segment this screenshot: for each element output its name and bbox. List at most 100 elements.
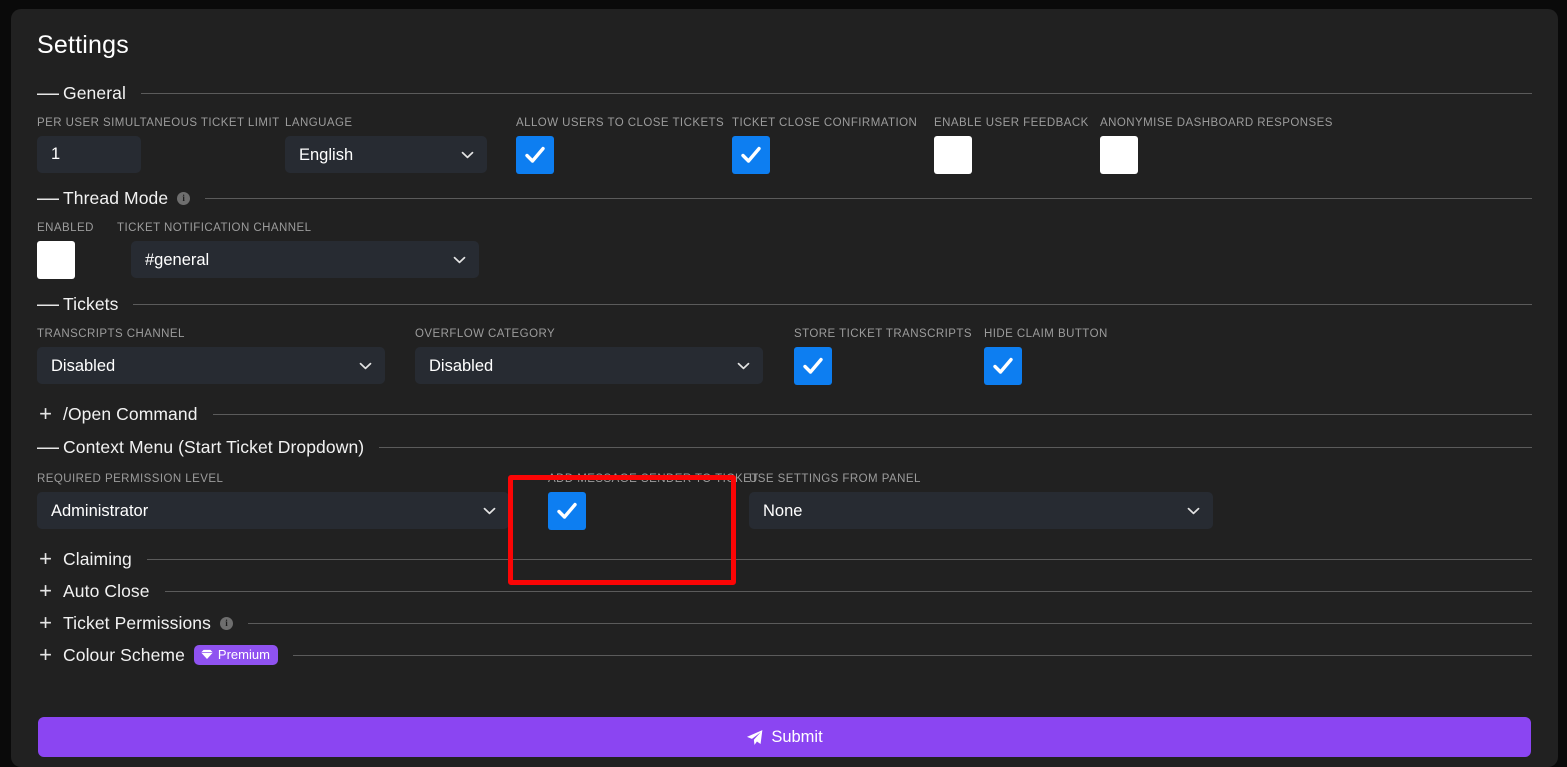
permission-level-select[interactable]: Administrator <box>37 492 509 529</box>
section-title-claiming: Claiming <box>63 549 132 570</box>
section-title-auto-close: Auto Close <box>63 581 150 602</box>
section-header-open-command[interactable]: + /Open Command <box>37 399 1532 429</box>
section-header-claiming[interactable]: + Claiming <box>37 544 1532 574</box>
overflow-category-select[interactable]: Disabled <box>415 347 763 384</box>
check-icon <box>555 499 579 523</box>
language-select[interactable]: English <box>285 136 487 173</box>
premium-badge-label: Premium <box>218 647 270 662</box>
info-icon[interactable]: i <box>177 192 190 205</box>
label-language: Language <box>285 117 516 129</box>
info-icon[interactable]: i <box>220 617 233 630</box>
section-divider <box>147 559 1532 560</box>
label-transcripts-channel: Transcripts Channel <box>37 328 415 340</box>
section-divider <box>205 198 1532 199</box>
section-header-context-menu[interactable]: — Context Menu (Start Ticket Dropdown) <box>37 432 1532 462</box>
gem-icon <box>201 649 213 660</box>
label-allow-close: Allow Users To Close Tickets <box>516 117 732 129</box>
label-overflow-category: Overflow Category <box>415 328 794 340</box>
premium-badge[interactable]: Premium <box>194 645 278 665</box>
label-store-transcripts: Store Ticket Transcripts <box>794 328 984 340</box>
submit-button-label: Submit <box>771 728 822 747</box>
field-language: Language English <box>285 117 516 173</box>
label-permission-level: Required Permission Level <box>37 473 535 485</box>
anonymise-checkbox[interactable] <box>1100 136 1138 174</box>
section-header-thread-mode[interactable]: — Thread Mode i <box>37 183 1532 213</box>
collapse-toggle-icon[interactable]: — <box>37 82 54 104</box>
label-per-user-limit: Per User Simultaneous Ticket Limit <box>37 117 285 129</box>
overflow-category-select-wrap[interactable]: Disabled <box>415 347 763 384</box>
section-title-ticket-permissions: Ticket Permissions <box>63 613 211 634</box>
label-notification-channel: Ticket Notification Channel <box>117 222 479 234</box>
collapse-toggle-icon[interactable]: — <box>37 436 54 458</box>
section-header-tickets[interactable]: — Tickets <box>37 289 1532 319</box>
expand-toggle-icon[interactable]: + <box>37 548 54 570</box>
transcripts-channel-select[interactable]: Disabled <box>37 347 385 384</box>
hide-claim-checkbox[interactable] <box>984 347 1022 385</box>
check-icon <box>801 354 825 378</box>
field-add-sender: Add Message Sender To Ticket <box>535 473 749 530</box>
section-divider <box>293 655 1532 656</box>
label-close-confirmation: Ticket Close Confirmation <box>732 117 934 129</box>
label-user-feedback: Enable User Feedback <box>934 117 1100 129</box>
context-menu-fields-row: Required Permission Level Administrator … <box>37 473 1532 530</box>
section-header-ticket-permissions[interactable]: + Ticket Permissions i <box>37 608 1532 638</box>
field-per-user-limit: Per User Simultaneous Ticket Limit <box>37 117 285 173</box>
field-use-panel-settings: Use Settings From Panel None <box>749 473 1213 529</box>
expand-toggle-icon[interactable]: + <box>37 580 54 602</box>
field-anonymise: Anonymise Dashboard Responses <box>1100 117 1333 174</box>
use-panel-settings-select-wrap[interactable]: None <box>749 492 1213 529</box>
collapse-toggle-icon[interactable]: — <box>37 293 54 315</box>
section-title-context-menu: Context Menu (Start Ticket Dropdown) <box>63 437 364 458</box>
section-header-general[interactable]: — General <box>37 78 1532 108</box>
section-title-general: General <box>63 83 126 104</box>
screenshot-root: Settings — General Per User Simultaneous… <box>0 0 1567 767</box>
section-divider <box>133 304 1532 305</box>
permission-level-select-wrap[interactable]: Administrator <box>37 492 509 529</box>
field-user-feedback: Enable User Feedback <box>934 117 1100 174</box>
notification-channel-select[interactable]: #general <box>131 241 479 278</box>
store-transcripts-checkbox[interactable] <box>794 347 832 385</box>
transcripts-channel-select-wrap[interactable]: Disabled <box>37 347 385 384</box>
settings-card: Settings — General Per User Simultaneous… <box>11 9 1558 767</box>
thread-enabled-checkbox[interactable] <box>37 241 75 279</box>
check-icon <box>523 143 547 167</box>
label-anonymise: Anonymise Dashboard Responses <box>1100 117 1333 129</box>
section-divider <box>213 414 1532 415</box>
expand-toggle-icon[interactable]: + <box>37 644 54 666</box>
field-transcripts-channel: Transcripts Channel Disabled <box>37 328 415 384</box>
check-icon <box>991 354 1015 378</box>
field-overflow-category: Overflow Category Disabled <box>415 328 794 384</box>
notification-channel-select-wrap[interactable]: #general <box>131 241 479 278</box>
section-header-colour-scheme[interactable]: + Colour Scheme Premium <box>37 640 1532 670</box>
section-divider <box>165 591 1532 592</box>
label-hide-claim: Hide Claim Button <box>984 328 1108 340</box>
field-store-transcripts: Store Ticket Transcripts <box>794 328 984 385</box>
general-fields-row: Per User Simultaneous Ticket Limit Langu… <box>37 117 1532 174</box>
section-divider <box>141 93 1532 94</box>
field-close-confirmation: Ticket Close Confirmation <box>732 117 934 174</box>
paper-plane-icon <box>746 729 763 746</box>
label-use-panel-settings: Use Settings From Panel <box>749 473 1213 485</box>
per-user-limit-input[interactable] <box>37 136 141 173</box>
section-divider <box>379 447 1532 448</box>
label-add-sender: Add Message Sender To Ticket <box>548 473 749 485</box>
collapse-toggle-icon[interactable]: — <box>37 187 54 209</box>
section-header-auto-close[interactable]: + Auto Close <box>37 576 1532 606</box>
user-feedback-checkbox[interactable] <box>934 136 972 174</box>
use-panel-settings-select[interactable]: None <box>749 492 1213 529</box>
section-divider <box>248 623 1532 624</box>
expand-toggle-icon[interactable]: + <box>37 403 54 425</box>
submit-button[interactable]: Submit <box>38 717 1531 757</box>
page-title: Settings <box>37 31 1532 60</box>
check-icon <box>739 143 763 167</box>
add-sender-checkbox[interactable] <box>548 492 586 530</box>
expand-toggle-icon[interactable]: + <box>37 612 54 634</box>
allow-close-checkbox[interactable] <box>516 136 554 174</box>
close-confirmation-checkbox[interactable] <box>732 136 770 174</box>
language-select-wrap[interactable]: English <box>285 136 487 173</box>
section-title-colour-scheme: Colour Scheme <box>63 645 185 666</box>
thread-mode-fields-row: Enabled Ticket Notification Channel #gen… <box>37 222 1532 279</box>
section-title-open-command: /Open Command <box>63 404 198 425</box>
field-hide-claim: Hide Claim Button <box>984 328 1108 385</box>
section-title-thread-mode: Thread Mode <box>63 188 168 209</box>
